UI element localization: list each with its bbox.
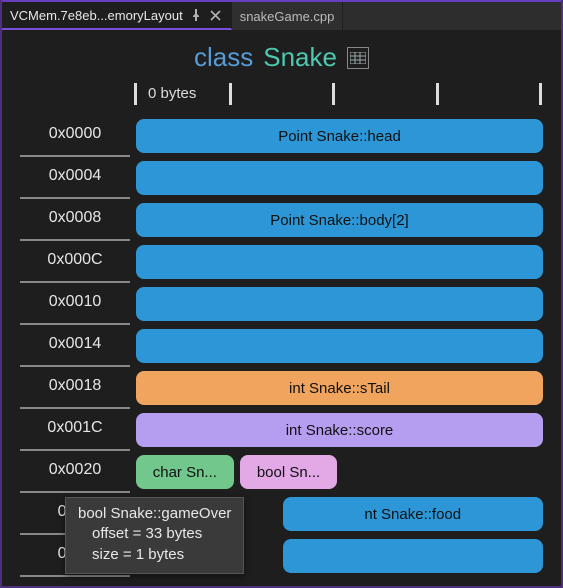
memory-row: 0x0018int Snake::sTail [20, 367, 543, 409]
member-body-cont-2[interactable] [136, 287, 543, 321]
member-stail[interactable]: int Snake::sTail [136, 371, 543, 405]
class-name: Snake [263, 42, 337, 73]
offset-cell: 0x0020 [20, 451, 130, 493]
memory-row: 0x0010 [20, 283, 543, 325]
tab-source-file[interactable]: snakeGame.cpp [232, 2, 344, 30]
close-icon[interactable] [209, 8, 223, 22]
memory-row: 0x0004 [20, 157, 543, 199]
tab-label: snakeGame.cpp [240, 9, 335, 24]
tab-label: VCMem.7e8eb...emoryLayout [10, 8, 183, 23]
offset-cell: 0x0008 [20, 199, 130, 241]
tab-memory-layout[interactable]: VCMem.7e8eb...emoryLayout [2, 2, 232, 30]
layout-grid-icon[interactable] [347, 47, 369, 69]
tooltip-offset: offset = 33 bytes [78, 524, 231, 544]
keyword-class: class [194, 42, 253, 73]
byte-ruler-row: 0 bytes [2, 81, 561, 115]
offset-cell: 0x0004 [20, 157, 130, 199]
memory-row: 0x000C [20, 241, 543, 283]
member-gameover[interactable]: bool Sn... [240, 455, 338, 489]
member-score[interactable]: int Snake::score [136, 413, 543, 447]
ruler-zero-label: 0 bytes [148, 85, 196, 102]
block-cell [136, 329, 543, 363]
tooltip-size: size = 1 bytes [78, 545, 231, 565]
memory-row: 0x0000Point Snake::head [20, 115, 543, 157]
pin-icon[interactable] [189, 8, 203, 22]
member-body-cont-1[interactable] [136, 245, 543, 279]
offset-cell: 0x0014 [20, 325, 130, 367]
block-cell: Point Snake::body[2] [136, 203, 543, 237]
offset-cell: 0x000C [20, 241, 130, 283]
block-cell [136, 161, 543, 195]
block-cell: int Snake::score [136, 413, 543, 447]
member-body-cont-3[interactable] [136, 329, 543, 363]
member-food-cont[interactable] [283, 539, 543, 573]
tab-bar: VCMem.7e8eb...emoryLayout snakeGame.cpp [2, 0, 561, 30]
memory-row: 0x0008Point Snake::body[2] [20, 199, 543, 241]
class-title: class Snake [2, 30, 561, 81]
member-tooltip: bool Snake::gameOver offset = 33 bytes s… [65, 497, 244, 574]
memory-row: 0x001Cint Snake::score [20, 409, 543, 451]
block-cell: Point Snake::head [136, 119, 543, 153]
offset-cell: 0x0010 [20, 283, 130, 325]
member-char[interactable]: char Sn... [136, 455, 234, 489]
member-body[interactable]: Point Snake::body[2] [136, 203, 543, 237]
offset-cell: 0x001C [20, 409, 130, 451]
memory-row: 0x0020char Sn...bool Sn... [20, 451, 543, 493]
block-cell [136, 245, 543, 279]
offset-cell: 0x0018 [20, 367, 130, 409]
memory-row: 0x0014 [20, 325, 543, 367]
tooltip-title: bool Snake::gameOver [78, 504, 231, 524]
member-food[interactable]: nt Snake::food [283, 497, 543, 531]
offset-cell: 0x0000 [20, 115, 130, 157]
member-head[interactable]: Point Snake::head [136, 119, 543, 153]
block-cell [136, 287, 543, 321]
member-head-cont[interactable] [136, 161, 543, 195]
block-cell: char Sn...bool Sn... [136, 455, 543, 489]
block-cell: int Snake::sTail [136, 371, 543, 405]
byte-ruler: 0 bytes [130, 81, 543, 109]
